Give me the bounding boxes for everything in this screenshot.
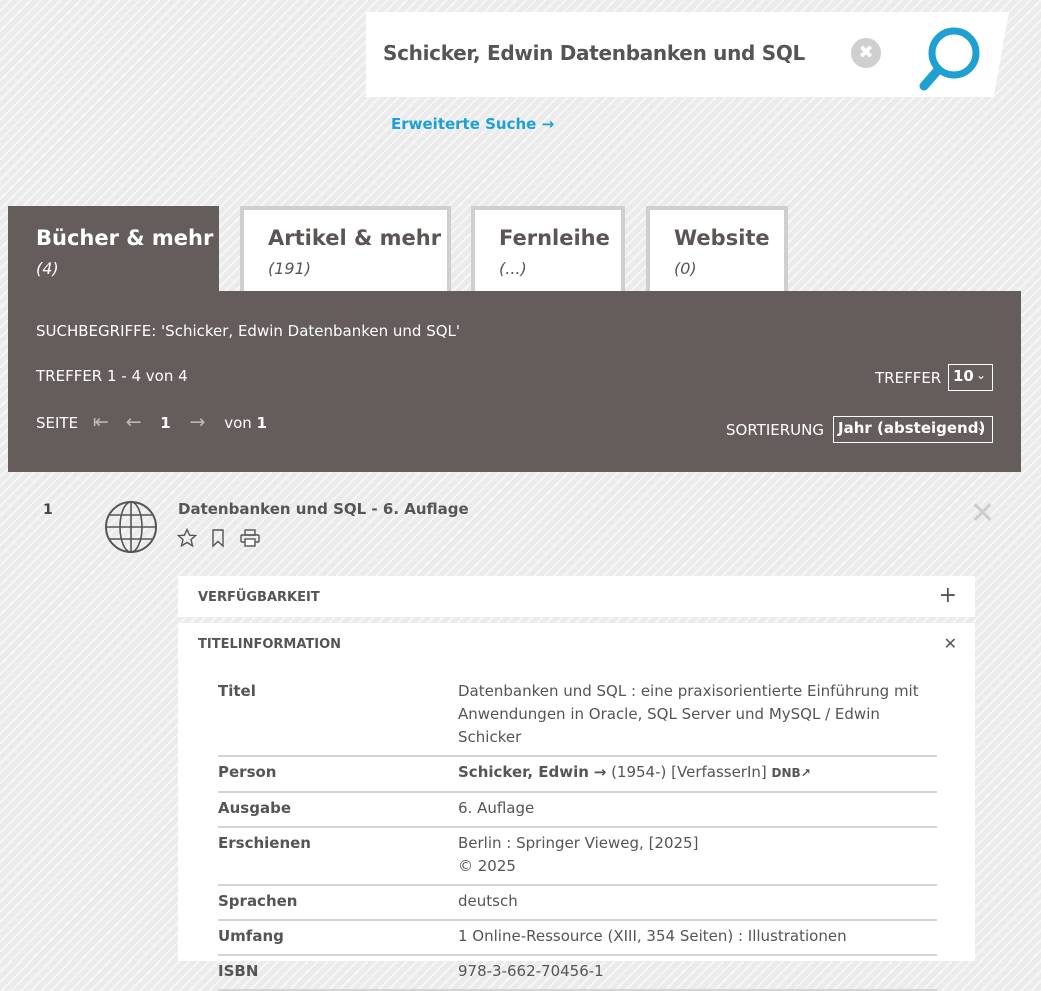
collapse-icon[interactable]: ✕ [944,634,957,653]
info-value: 978-3-662-70456-1 [458,955,937,991]
hit-count: TREFFER 1 - 4 von 4 [36,367,188,385]
tab-count: (...) [499,259,527,278]
pagination: SEITE ⇤ ← 1 → von 1 [36,411,267,433]
info-value: deutsch [458,885,937,921]
tab-label: Fernleihe [499,226,610,250]
table-row: ISBN 978-3-662-70456-1 [218,955,937,991]
sort-value: Jahr (absteigend) [838,419,986,437]
per-page-label: TREFFER [875,369,942,387]
globe-icon [105,501,157,553]
table-row: Erschienen Berlin : Springer Vieweg, [20… [218,827,937,886]
per-page-value: 10 [953,367,974,385]
publisher: Berlin : Springer Vieweg, [2025] [458,834,699,852]
total-pages: 1 [256,414,267,432]
search-terms: SUCHBEGRIFFE: 'Schicker, Edwin Datenbank… [36,322,460,340]
dnb-link[interactable]: DNB↗ [772,766,811,780]
tab-artikel[interactable]: Artikel & mehr (191) [240,206,451,292]
tab-label: Website [674,226,770,250]
info-value: 6. Auflage [458,792,937,828]
search-icon [919,27,980,91]
search-button[interactable] [914,22,990,92]
current-page: 1 [160,414,171,432]
title-info-table: Titel Datenbanken und SQL : eine praxiso… [218,676,937,991]
advanced-search-link[interactable]: Erweiterte Suche → [391,115,554,133]
sort-label: SORTIERUNG [726,421,824,439]
info-value: Berlin : Springer Vieweg, [2025] © 2025 [458,827,937,886]
close-result-icon[interactable]: ✕ [970,496,995,531]
titleinfo-heading: TITELINFORMATION [198,637,342,652]
info-value: Datenbanken und SQL : eine praxisorienti… [458,676,937,757]
expand-icon[interactable]: + [939,583,957,608]
table-row: Sprachen deutsch [218,885,937,921]
tab-website[interactable]: Website (0) [646,206,788,292]
info-key: Titel [218,676,458,757]
info-key: Person [218,756,458,793]
info-value: Schicker, Edwin → (1954-) [VerfasserIn] … [458,756,937,793]
print-icon[interactable] [239,528,261,552]
clear-search-icon[interactable]: ✖ [851,38,881,68]
prev-page-icon[interactable]: ← [126,411,142,433]
table-row: Titel Datenbanken und SQL : eine praxiso… [218,676,937,757]
info-key: ISBN [218,955,458,991]
info-key: Erschienen [218,827,458,886]
table-row: Ausgabe 6. Auflage [218,792,937,828]
first-page-icon[interactable]: ⇤ [93,411,109,433]
tab-count: (191) [268,259,312,278]
chevron-down-icon: ⌄ [975,368,986,382]
copyright: © 2025 [458,857,516,875]
star-icon[interactable] [176,527,198,552]
search-box[interactable]: Schicker, Edwin Datenbanken und SQL ✖ [366,12,1009,97]
search-input[interactable]: Schicker, Edwin Datenbanken und SQL [383,41,805,65]
tab-fernleihe[interactable]: Fernleihe (...) [471,206,625,292]
chevron-down-icon: ⌄ [975,420,986,434]
person-link[interactable]: Schicker, Edwin [458,763,589,781]
table-row: Umfang 1 Online-Ressource (XIII, 354 Sei… [218,920,937,956]
page-label: SEITE [36,414,79,432]
sort-select[interactable]: Jahr (absteigend) ⌄ [833,416,993,443]
result-title[interactable]: Datenbanken und SQL - 6. Auflage [178,500,469,518]
next-page-icon[interactable]: → [189,411,205,433]
info-key: Umfang [218,920,458,956]
tab-count: (0) [674,259,697,278]
per-page-select[interactable]: 10 ⌄ [948,364,993,391]
results-summary-panel: SUCHBEGRIFFE: 'Schicker, Edwin Datenbank… [8,291,1021,472]
bookmark-icon[interactable] [208,528,228,552]
availability-heading: VERFÜGBARKEIT [198,590,320,605]
arrow-right-icon: → [593,763,607,781]
info-value: 1 Online-Ressource (XIII, 354 Seiten) : … [458,920,937,956]
tab-buecher[interactable]: Bücher & mehr (4) [8,206,219,292]
result-actions [176,527,267,552]
info-key: Ausgabe [218,792,458,828]
tab-label: Artikel & mehr [268,226,442,250]
tab-count: (4) [36,259,59,278]
of-label: von [224,414,252,432]
tab-label: Bücher & mehr [36,226,214,250]
info-key: Sprachen [218,885,458,921]
result-number: 1 [43,502,53,518]
person-extra: (1954-) [VerfasserIn] [611,763,767,781]
availability-section[interactable]: VERFÜGBARKEIT + [178,576,975,617]
table-row: Person Schicker, Edwin → (1954-) [Verfas… [218,756,937,793]
